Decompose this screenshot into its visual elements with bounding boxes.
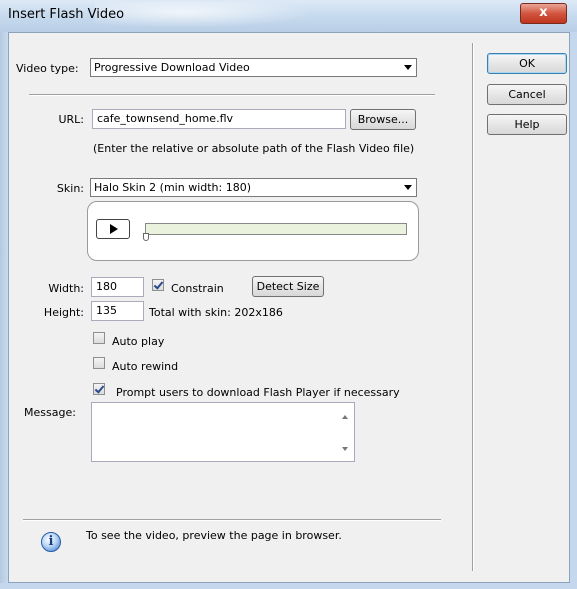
url-hint: (Enter the relative or absolute path of … xyxy=(93,142,415,155)
scroll-up-icon[interactable] xyxy=(342,415,348,419)
url-label: URL: xyxy=(58,113,84,126)
width-label: Width: xyxy=(48,282,84,295)
prompt-download-checkbox[interactable] xyxy=(93,383,105,395)
constrain-label: Constrain xyxy=(171,282,224,295)
video-type-select[interactable]: Progressive Download Video xyxy=(90,58,417,77)
window-bottom-border xyxy=(0,583,577,589)
title-bar-glow xyxy=(95,2,315,28)
bottom-separator xyxy=(23,519,441,521)
top-separator xyxy=(29,94,435,96)
skin-value: Halo Skin 2 (min width: 180) xyxy=(94,181,252,194)
skin-label: Skin: xyxy=(56,182,84,195)
height-field[interactable]: 135 xyxy=(91,301,144,321)
ok-button[interactable]: OK xyxy=(487,53,567,74)
auto-play-label: Auto play xyxy=(112,335,165,348)
right-column-divider xyxy=(472,43,474,571)
dialog-window: Insert Flash Video x Video type: Progres… xyxy=(0,0,577,589)
help-button[interactable]: Help xyxy=(487,114,567,135)
message-label: Message: xyxy=(24,406,76,419)
width-field[interactable]: 180 xyxy=(91,277,144,297)
scroll-down-icon[interactable] xyxy=(342,447,348,451)
constrain-checkbox[interactable] xyxy=(152,279,164,291)
total-with-skin-text: Total with skin: 202x186 xyxy=(149,306,283,319)
window-left-border xyxy=(0,32,8,589)
play-icon xyxy=(110,224,118,234)
chevron-down-icon xyxy=(404,185,412,190)
auto-rewind-checkbox[interactable] xyxy=(93,357,105,369)
chevron-down-icon xyxy=(404,65,412,70)
seek-thumb xyxy=(143,233,149,241)
video-type-label: Video type: xyxy=(16,62,79,75)
auto-rewind-label: Auto rewind xyxy=(112,360,179,373)
url-field[interactable]: cafe_townsend_home.flv xyxy=(92,109,346,129)
close-button[interactable]: x xyxy=(520,3,567,24)
detect-size-button[interactable]: Detect Size xyxy=(252,276,324,297)
message-textarea[interactable] xyxy=(91,402,355,462)
browse-button[interactable]: Browse... xyxy=(350,109,416,130)
dialog-client-area: Video type: Progressive Download Video U… xyxy=(8,32,570,583)
skin-select[interactable]: Halo Skin 2 (min width: 180) xyxy=(90,178,417,197)
video-type-value: Progressive Download Video xyxy=(94,61,250,74)
seek-bar xyxy=(145,223,407,235)
auto-play-checkbox[interactable] xyxy=(93,332,105,344)
close-icon: x xyxy=(539,5,548,20)
prompt-download-label: Prompt users to download Flash Player if… xyxy=(116,386,400,399)
height-value: 135 xyxy=(96,304,117,317)
width-value: 180 xyxy=(96,280,117,293)
skin-preview xyxy=(87,201,419,261)
title-bar[interactable]: Insert Flash Video x xyxy=(0,0,577,32)
info-message: To see the video, preview the page in br… xyxy=(86,529,342,542)
cancel-button[interactable]: Cancel xyxy=(487,84,567,105)
height-label: Height: xyxy=(43,306,84,319)
window-title: Insert Flash Video xyxy=(8,7,125,22)
info-icon: i xyxy=(41,532,61,552)
play-button xyxy=(96,219,130,239)
url-value: cafe_townsend_home.flv xyxy=(97,112,234,125)
